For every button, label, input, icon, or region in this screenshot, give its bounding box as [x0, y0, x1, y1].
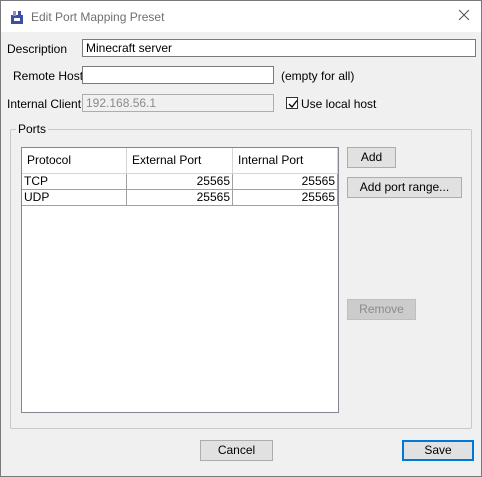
add-port-range-button[interactable]: Add port range... — [347, 177, 462, 198]
close-icon — [458, 9, 470, 24]
checkmark-icon — [288, 100, 298, 108]
app-icon — [9, 9, 25, 25]
save-button[interactable]: Save — [402, 440, 474, 461]
remove-button[interactable]: Remove — [347, 299, 416, 320]
add-button[interactable]: Add — [347, 147, 396, 168]
internal-port-cell[interactable]: 25565 — [233, 190, 338, 206]
column-header-internal-port[interactable]: Internal Port — [233, 148, 338, 173]
table-row[interactable]: TCP 25565 25565 — [22, 174, 338, 190]
internal-client-label: Internal Client — [7, 97, 82, 111]
use-local-host-label: Use local host — [301, 97, 377, 111]
title-bar: Edit Port Mapping Preset — [1, 1, 481, 32]
use-local-host-checkbox[interactable] — [286, 97, 298, 109]
close-button[interactable] — [447, 1, 481, 32]
internal-client-field[interactable] — [82, 94, 274, 112]
description-field[interactable] — [82, 39, 476, 57]
column-header-protocol[interactable]: Protocol — [22, 148, 127, 173]
description-label: Description — [7, 42, 68, 56]
column-header-external-port[interactable]: External Port — [127, 148, 233, 173]
remote-host-field[interactable] — [82, 66, 274, 84]
external-port-cell[interactable]: 25565 — [127, 174, 233, 190]
protocol-cell[interactable]: TCP — [22, 174, 127, 190]
external-port-cell[interactable]: 25565 — [127, 190, 233, 206]
protocol-cell[interactable]: UDP — [22, 190, 127, 206]
table-header: Protocol External Port Internal Port — [22, 148, 338, 174]
remote-host-label: Remote Host — [13, 69, 84, 83]
table-row[interactable]: UDP 25565 25565 — [22, 190, 338, 206]
ports-table[interactable]: Protocol External Port Internal Port TCP… — [21, 147, 339, 413]
internal-port-cell[interactable]: 25565 — [233, 174, 338, 190]
remote-host-hint: (empty for all) — [281, 69, 355, 83]
window-title: Edit Port Mapping Preset — [31, 10, 165, 24]
dialog-window: Edit Port Mapping Preset Description Rem… — [0, 0, 482, 477]
cancel-button[interactable]: Cancel — [200, 440, 273, 461]
ports-group-title: Ports — [16, 122, 49, 136]
